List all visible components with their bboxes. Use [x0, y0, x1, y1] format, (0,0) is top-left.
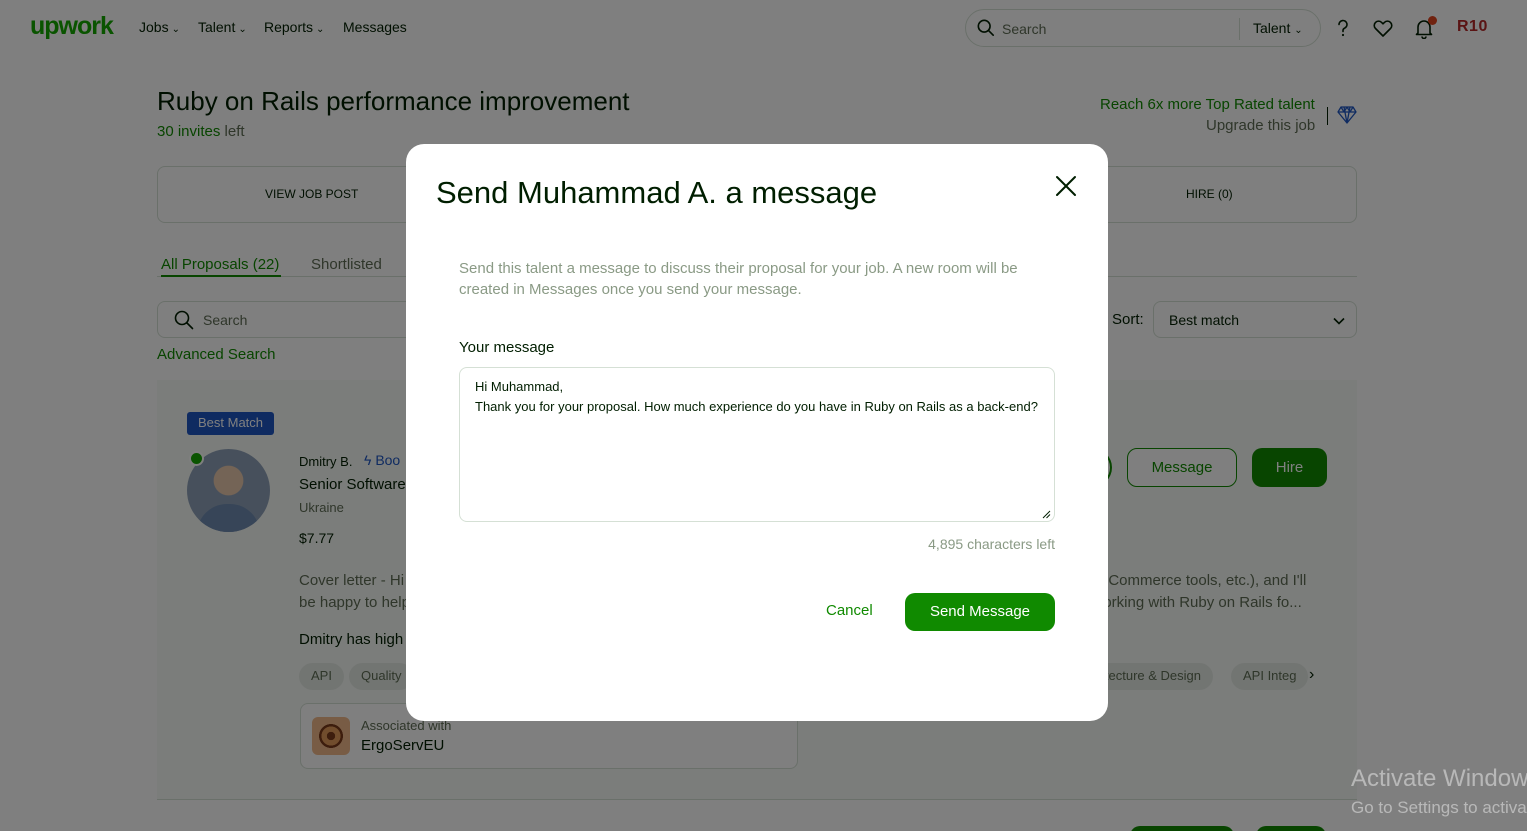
send-message-modal: Send Muhammad A. a message Send this tal…	[406, 144, 1108, 721]
windows-watermark-subtitle: Go to Settings to activate Windows.	[1351, 798, 1527, 817]
message-textarea[interactable]: Hi Muhammad, Thank you for your proposal…	[459, 367, 1055, 522]
windows-watermark-title: Activate Windows	[1351, 765, 1527, 792]
resize-handle-icon[interactable]	[1042, 510, 1051, 519]
modal-title: Send Muhammad A. a message	[436, 175, 878, 210]
close-icon[interactable]	[1052, 172, 1080, 200]
characters-left: 4,895 characters left	[928, 536, 1055, 552]
cancel-button[interactable]: Cancel	[826, 602, 873, 619]
modal-description: Send this talent a message to discuss th…	[459, 260, 1018, 298]
message-label: Your message	[459, 339, 555, 356]
send-message-button[interactable]: Send Message	[905, 593, 1055, 631]
